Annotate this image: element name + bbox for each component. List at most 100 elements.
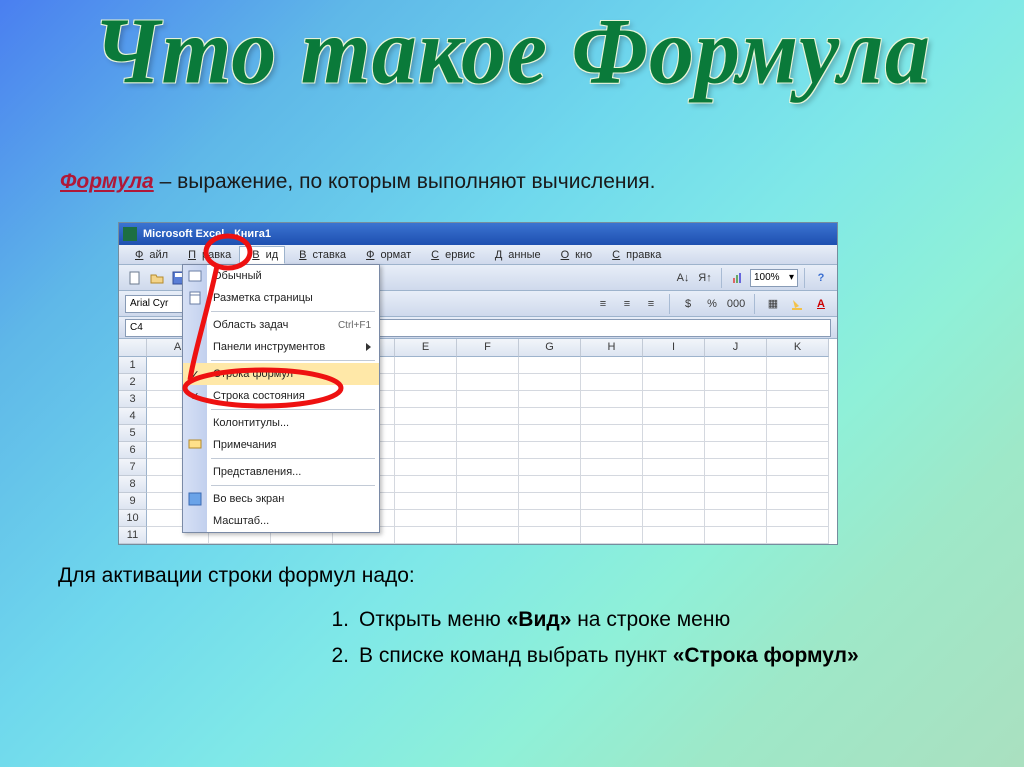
menu-item[interactable]: Масштаб... — [183, 510, 379, 532]
cell[interactable] — [581, 442, 643, 459]
cell[interactable] — [457, 357, 519, 374]
cell[interactable] — [581, 476, 643, 493]
menu-item[interactable]: Во весь экран — [183, 488, 379, 510]
col-header-H[interactable]: H — [581, 339, 643, 357]
cell[interactable] — [767, 527, 829, 544]
cell[interactable] — [395, 357, 457, 374]
cell[interactable] — [767, 493, 829, 510]
cell[interactable] — [395, 391, 457, 408]
menu-item-Формат[interactable]: Формат — [354, 247, 417, 263]
cell[interactable] — [643, 425, 705, 442]
new-icon[interactable] — [125, 268, 145, 288]
cell[interactable] — [705, 357, 767, 374]
cell[interactable] — [767, 408, 829, 425]
cell[interactable] — [395, 527, 457, 544]
cell[interactable] — [519, 408, 581, 425]
cell[interactable] — [519, 374, 581, 391]
cell[interactable] — [519, 425, 581, 442]
menu-item[interactable]: ✓Строка состояния — [183, 385, 379, 407]
cell[interactable] — [519, 442, 581, 459]
row-header-10[interactable]: 10 — [119, 510, 147, 527]
menu-item-Вставка[interactable]: Вставка — [287, 247, 352, 263]
cell[interactable] — [705, 391, 767, 408]
row-header-9[interactable]: 9 — [119, 493, 147, 510]
col-header-G[interactable]: G — [519, 339, 581, 357]
col-header-J[interactable]: J — [705, 339, 767, 357]
cell[interactable] — [457, 442, 519, 459]
cell[interactable] — [705, 527, 767, 544]
cell[interactable] — [581, 374, 643, 391]
cell[interactable] — [705, 425, 767, 442]
cell[interactable] — [643, 476, 705, 493]
cell[interactable] — [581, 391, 643, 408]
cell[interactable] — [519, 510, 581, 527]
cell[interactable] — [643, 408, 705, 425]
row-header-6[interactable]: 6 — [119, 442, 147, 459]
menu-item[interactable]: Колонтитулы... — [183, 412, 379, 434]
cell[interactable] — [705, 493, 767, 510]
currency-icon[interactable]: $ — [678, 294, 698, 314]
cell[interactable] — [457, 527, 519, 544]
cell[interactable] — [643, 391, 705, 408]
cell[interactable] — [767, 374, 829, 391]
cell[interactable] — [395, 425, 457, 442]
cell[interactable] — [581, 510, 643, 527]
cell[interactable] — [643, 510, 705, 527]
cell[interactable] — [643, 442, 705, 459]
zoom-selector[interactable]: 100%▾ — [750, 269, 798, 287]
fill-color-icon[interactable] — [787, 294, 807, 314]
align-center-icon[interactable]: ≡ — [617, 294, 637, 314]
cell[interactable] — [395, 442, 457, 459]
cell[interactable] — [705, 510, 767, 527]
cell[interactable] — [643, 493, 705, 510]
menu-item-Данные[interactable]: Данные — [483, 247, 547, 263]
menu-item[interactable]: Обычный — [183, 265, 379, 287]
cell[interactable] — [395, 510, 457, 527]
menu-item[interactable]: Примечания — [183, 434, 379, 456]
font-color-icon[interactable]: A — [811, 294, 831, 314]
cell[interactable] — [457, 459, 519, 476]
cell[interactable] — [457, 374, 519, 391]
cell[interactable] — [581, 425, 643, 442]
menu-item-Файл[interactable]: Файл — [123, 247, 174, 263]
menu-item-Справка[interactable]: Справка — [600, 247, 667, 263]
menu-item-Сервис[interactable]: Сервис — [419, 247, 481, 263]
cell[interactable] — [395, 476, 457, 493]
cell[interactable] — [519, 391, 581, 408]
sort-desc-icon[interactable]: Я↑ — [695, 268, 715, 288]
chart-icon[interactable] — [728, 268, 748, 288]
cell[interactable] — [457, 493, 519, 510]
row-header-11[interactable]: 11 — [119, 527, 147, 544]
cell[interactable] — [519, 493, 581, 510]
col-header-F[interactable]: F — [457, 339, 519, 357]
menu-item[interactable]: Представления... — [183, 461, 379, 483]
cell[interactable] — [581, 357, 643, 374]
sort-asc-icon[interactable]: A↓ — [673, 268, 693, 288]
cell[interactable] — [457, 391, 519, 408]
col-header-I[interactable]: I — [643, 339, 705, 357]
cell[interactable] — [705, 476, 767, 493]
comma-icon[interactable]: 000 — [726, 294, 746, 314]
cell[interactable] — [519, 527, 581, 544]
row-header-2[interactable]: 2 — [119, 374, 147, 391]
cell[interactable] — [767, 357, 829, 374]
cell[interactable] — [581, 493, 643, 510]
cell[interactable] — [705, 408, 767, 425]
help-icon[interactable]: ? — [811, 268, 831, 288]
cell[interactable] — [767, 476, 829, 493]
cell[interactable] — [705, 459, 767, 476]
cell[interactable] — [767, 425, 829, 442]
menu-item[interactable]: ✓Строка формул — [183, 363, 379, 385]
align-right-icon[interactable]: ≡ — [641, 294, 661, 314]
cell[interactable] — [395, 493, 457, 510]
cell[interactable] — [395, 374, 457, 391]
cell[interactable] — [643, 357, 705, 374]
cell[interactable] — [581, 527, 643, 544]
cell[interactable] — [705, 442, 767, 459]
borders-icon[interactable]: ▦ — [763, 294, 783, 314]
menu-item[interactable]: Панели инструментов — [183, 336, 379, 358]
menu-item[interactable]: Область задачCtrl+F1 — [183, 314, 379, 336]
cell[interactable] — [581, 459, 643, 476]
select-all-corner[interactable] — [119, 339, 147, 357]
cell[interactable] — [457, 476, 519, 493]
